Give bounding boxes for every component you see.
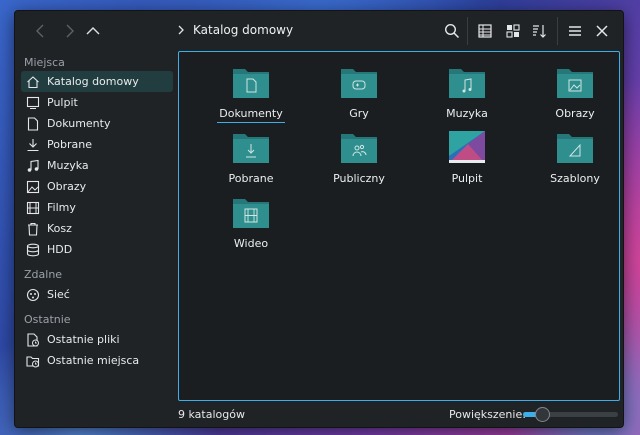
- recent-places-icon: [26, 355, 40, 367]
- sidebar-item-downloads[interactable]: Pobrane: [21, 134, 173, 155]
- sidebar-item-label: Obrazy: [47, 180, 87, 193]
- folder-item[interactable]: Muzyka: [417, 64, 517, 124]
- sidebar-item-label: Dokumenty: [47, 117, 111, 130]
- section-title-remote: Zdalne: [24, 268, 63, 281]
- chevron-right-icon: [66, 24, 74, 38]
- folder-item[interactable]: Publiczny: [309, 129, 409, 189]
- folder-pictures-icon: [556, 65, 594, 99]
- document-icon: [27, 116, 39, 131]
- folder-label: Pulpit: [451, 172, 483, 185]
- sidebar-item-label: Ostatnie miejsca: [47, 354, 140, 367]
- up-button[interactable]: [81, 20, 105, 42]
- folder-label: Publiczny: [333, 172, 385, 185]
- sidebar-item-hdd[interactable]: HDD: [21, 239, 173, 260]
- sidebar-item-desktop[interactable]: Pulpit: [21, 92, 173, 113]
- sidebar-item-recent-files[interactable]: Ostatnie pliki: [21, 329, 173, 350]
- folder-item[interactable]: Obrazy: [525, 64, 623, 124]
- menu-button[interactable]: [563, 20, 587, 42]
- sidebar-item-label: Muzyka: [47, 159, 89, 172]
- sort-button[interactable]: [527, 20, 551, 42]
- trash-icon: [28, 222, 38, 236]
- folder-templates-icon: [556, 130, 594, 164]
- music-icon: [27, 159, 39, 172]
- sidebar-item-label: Filmy: [47, 201, 76, 214]
- home-icon: [27, 75, 39, 88]
- zoom-label: Powiększenie:: [449, 408, 526, 421]
- folder-videos-icon: [232, 195, 270, 229]
- sidebar-item-videos[interactable]: Filmy: [21, 197, 173, 218]
- toolbar-separator: [467, 17, 468, 45]
- folder-label: Dokumenty: [217, 107, 285, 123]
- sidebar-item-music[interactable]: Muzyka: [21, 155, 173, 176]
- sidebar-item-label: Pulpit: [47, 96, 78, 109]
- folder-label: Pobrane: [228, 172, 274, 185]
- folder-item[interactable]: Wideo: [201, 194, 301, 254]
- chevron-left-icon: [36, 24, 44, 38]
- toolbar: Katalog domowy: [15, 11, 623, 51]
- film-icon: [26, 201, 40, 214]
- folder-music-icon: [448, 65, 486, 99]
- hamburger-menu-icon: [569, 26, 581, 36]
- folder-count: 9 katalogów: [178, 408, 245, 421]
- desktop-folder-icon: [448, 130, 486, 164]
- sort-icon: [533, 25, 546, 38]
- folder-games-icon: [340, 65, 378, 99]
- zoom-slider[interactable]: [523, 407, 618, 422]
- section-title-recent: Ostatnie: [24, 313, 71, 326]
- sidebar-item-network[interactable]: Sieć: [21, 284, 173, 305]
- forward-button[interactable]: [57, 20, 81, 42]
- file-view[interactable]: Dokumenty Gry Muzyka Obrazy Pobrane Publ…: [178, 51, 620, 401]
- drive-icon: [26, 243, 40, 256]
- sidebar-item-pictures[interactable]: Obrazy: [21, 176, 173, 197]
- view-details-button[interactable]: [473, 20, 497, 42]
- image-icon: [26, 180, 40, 193]
- zoom-slider-handle[interactable]: [535, 407, 550, 422]
- sidebar-item-home[interactable]: Katalog domowy: [21, 71, 173, 92]
- sidebar-item-documents[interactable]: Dokumenty: [21, 113, 173, 134]
- sidebar-item-label: Pobrane: [47, 138, 92, 151]
- back-button[interactable]: [29, 20, 53, 42]
- close-icon: [596, 25, 608, 37]
- network-icon: [26, 288, 40, 301]
- folder-label: Muzyka: [446, 107, 488, 120]
- folder-item[interactable]: Gry: [309, 64, 409, 124]
- folder-label: Obrazy: [555, 107, 595, 120]
- folder-item[interactable]: Pobrane: [201, 129, 301, 189]
- breadcrumb-current[interactable]: Katalog domowy: [193, 23, 293, 37]
- sidebar-item-recent-places[interactable]: Ostatnie miejsca: [21, 350, 173, 371]
- sidebar-item-label: Sieć: [47, 288, 70, 301]
- recent-files-icon: [27, 332, 39, 347]
- desktop-icon: [26, 96, 40, 109]
- folder-label: Szablony: [550, 172, 600, 185]
- section-title-places: Miejsca: [24, 56, 65, 69]
- folder-public-icon: [340, 130, 378, 164]
- chevron-up-icon: [86, 27, 100, 35]
- sidebar-item-label: Kosz: [47, 222, 72, 235]
- folder-download-icon: [232, 130, 270, 164]
- status-bar: 9 katalogów Powiększenie:: [15, 401, 623, 427]
- details-view-icon: [478, 24, 492, 38]
- download-icon: [27, 138, 39, 151]
- breadcrumb-separator-icon: [178, 25, 184, 35]
- close-button[interactable]: [590, 20, 614, 42]
- folder-item[interactable]: Dokumenty: [201, 64, 301, 124]
- toolbar-separator: [557, 17, 558, 45]
- folder-item[interactable]: Pulpit: [417, 129, 517, 189]
- sidebar-item-label: Ostatnie pliki: [47, 333, 120, 346]
- folder-label: Wideo: [233, 237, 269, 250]
- search-button[interactable]: [440, 20, 464, 42]
- search-icon: [444, 23, 460, 39]
- folder-label: Gry: [349, 107, 369, 120]
- places-panel: Miejsca Katalog domowy Pulpit Dokumenty …: [15, 51, 175, 401]
- view-icons-button[interactable]: [501, 20, 525, 42]
- sidebar-item-label: Katalog domowy: [47, 75, 139, 88]
- folder-item[interactable]: Szablony: [525, 129, 623, 189]
- folder-documents-icon: [232, 65, 270, 99]
- sidebar-item-label: HDD: [47, 243, 73, 256]
- breadcrumb[interactable]: Katalog domowy: [177, 23, 293, 37]
- sidebar-item-trash[interactable]: Kosz: [21, 218, 173, 239]
- file-manager-window: Katalog domowy Miejsca Katalog domowy Pu…: [14, 10, 624, 428]
- icons-view-icon: [506, 24, 520, 38]
